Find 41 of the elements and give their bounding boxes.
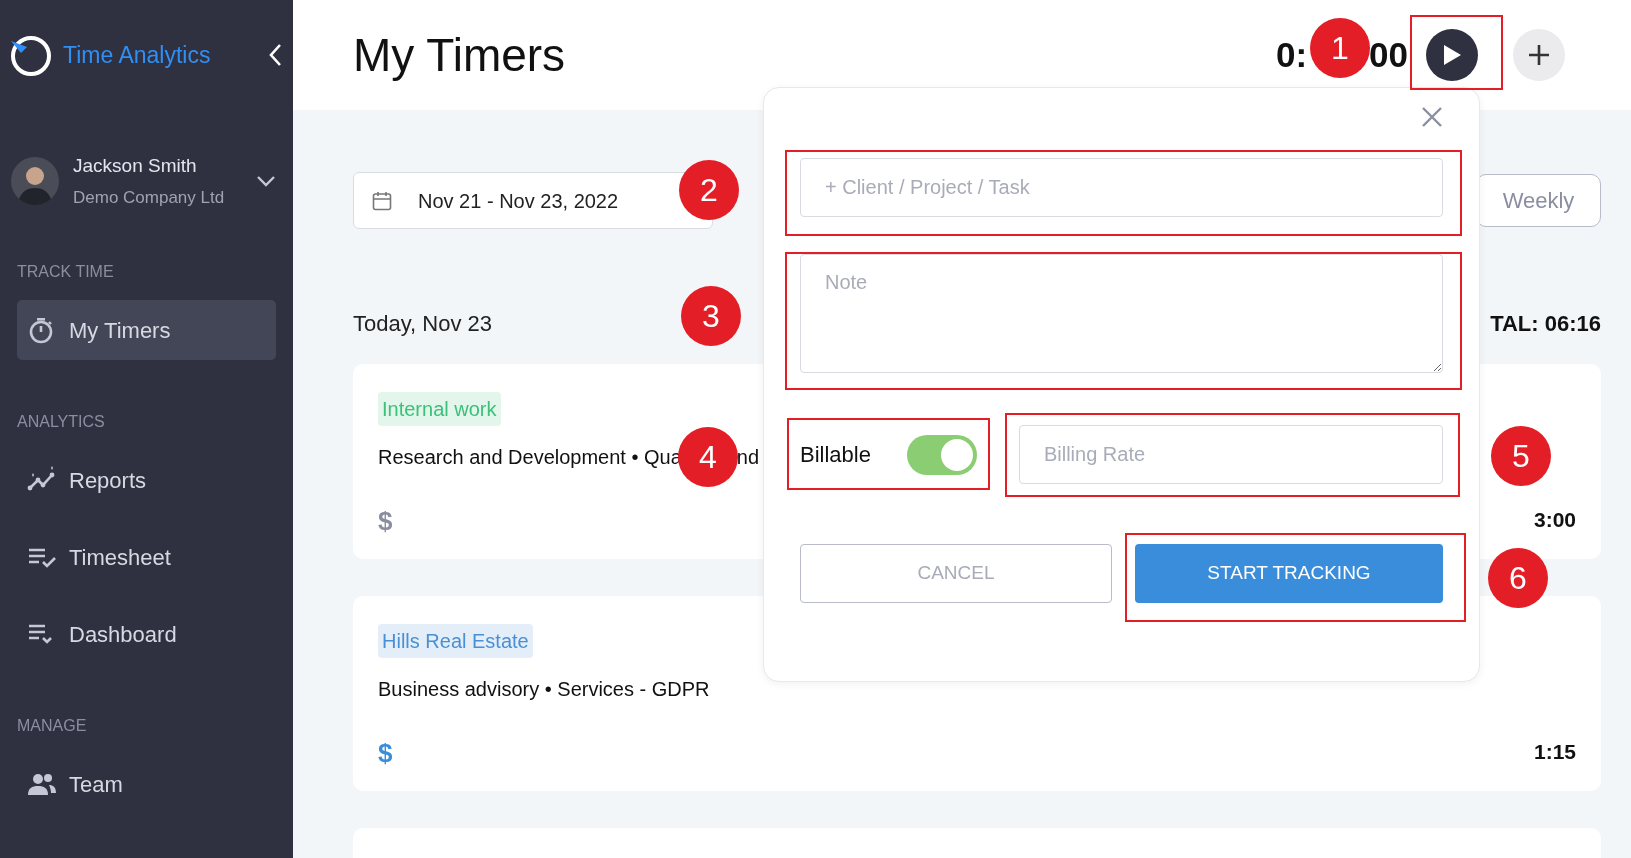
app-name: Time Analytics bbox=[63, 40, 211, 70]
note-field[interactable]: Note bbox=[800, 254, 1443, 373]
avatar bbox=[11, 157, 59, 205]
chevron-down-icon[interactable] bbox=[256, 175, 276, 187]
start-tracking-button[interactable]: START TRACKING bbox=[1135, 544, 1443, 603]
day-label: Today, Nov 23 bbox=[353, 310, 492, 338]
section-title: TRACK TIME bbox=[17, 262, 115, 282]
client-tag: Hills Real Estate bbox=[378, 624, 533, 658]
callout-badge: 3 bbox=[681, 286, 741, 346]
close-icon[interactable] bbox=[1421, 106, 1443, 128]
client-project-field[interactable]: + Client / Project / Task bbox=[800, 158, 1443, 217]
callout-badge: 2 bbox=[679, 160, 739, 220]
sidebar-item[interactable]: Team bbox=[17, 754, 276, 814]
company-name: Demo Company Ltd bbox=[73, 186, 225, 209]
play-icon bbox=[1441, 43, 1463, 67]
play-button[interactable] bbox=[1426, 29, 1478, 81]
calendar-icon bbox=[372, 190, 392, 211]
user-name: Jackson Smith bbox=[73, 154, 198, 178]
billable-label: Billable bbox=[800, 441, 871, 469]
entry-description: Business advisory • Services - GDPR bbox=[378, 677, 710, 702]
add-button[interactable] bbox=[1513, 29, 1565, 81]
sidebar-item[interactable]: Dashboard bbox=[17, 604, 276, 664]
sidebar-item[interactable]: My Timers bbox=[17, 300, 276, 360]
sidebar-item[interactable]: Reports bbox=[17, 450, 276, 510]
billing-rate-field[interactable]: Billing Rate bbox=[1018, 425, 1443, 484]
logo-icon bbox=[9, 33, 53, 77]
section-title: MANAGE bbox=[17, 716, 88, 736]
duration: 1:15 bbox=[1533, 739, 1576, 765]
collapse-icon[interactable] bbox=[268, 43, 282, 67]
sidebar-item[interactable]: Timesheet bbox=[17, 527, 276, 587]
day-total: TAL: 06:16 bbox=[1490, 310, 1601, 338]
billable-toggle[interactable] bbox=[906, 434, 977, 475]
entry-description: nd bbox=[736, 445, 760, 470]
plus-icon bbox=[1527, 43, 1551, 67]
billable-icon[interactable]: $ bbox=[378, 734, 393, 773]
client-tag: Internal work bbox=[378, 392, 501, 426]
timer-text: 00 bbox=[1369, 33, 1408, 76]
timer-text: 0: bbox=[1275, 33, 1308, 76]
section-title: ANALYTICS bbox=[17, 412, 106, 432]
duration: 3:00 bbox=[1533, 507, 1576, 533]
page-title: My Timers bbox=[353, 27, 566, 83]
